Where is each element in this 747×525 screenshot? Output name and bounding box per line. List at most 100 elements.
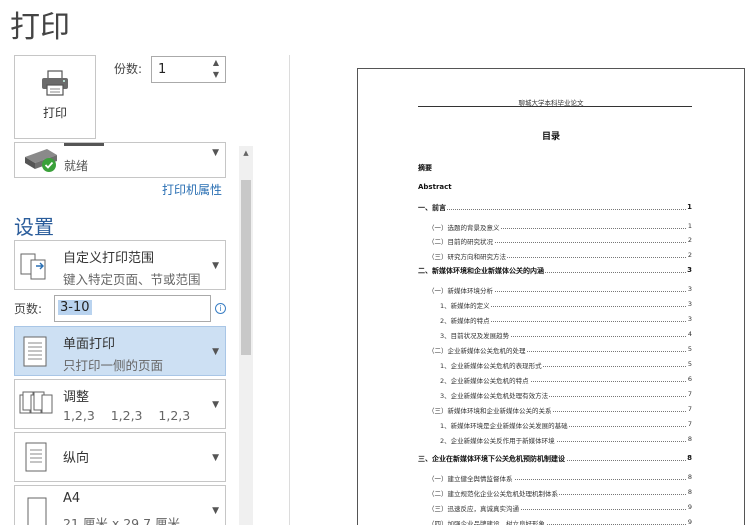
info-icon[interactable]: i [215,303,226,314]
settings-heading: 设置 [14,215,54,239]
spin-up-icon[interactable]: ▲ [207,57,225,69]
print-preview: 聊城大学本科毕业论文 目录 摘要 Abstract 一、前言 1 （一）选题的背景及意义… [357,68,745,525]
toc-entry-text: （二）目前的研究状况 [428,236,494,246]
toc-entry-page: 6 [686,375,692,383]
toc-entry-page: 1 [686,203,692,211]
toc-entry-page: 5 [686,360,692,368]
single-sided-icon [19,335,55,373]
toc-entry: （一）新媒体环境分析 3 [428,285,692,295]
printer-icon [40,70,70,100]
settings-scrollbar[interactable]: ▲ [239,146,253,525]
toc-entry: 3、企业新媒体公关危机处理有效方法 7 [440,390,692,400]
toc-entry-page: 3 [686,315,692,323]
print-button[interactable]: 打印 [14,55,96,139]
toc-entry-page: 1 [686,222,692,230]
toc-entry-page: 5 [686,345,692,353]
toc-entry-page: 2 [686,251,692,259]
scrollbar-thumb[interactable] [241,180,251,355]
range-main: 自定义打印范围 [63,251,155,266]
orientation-select[interactable]: 纵向 ▼ [14,432,226,482]
toc-entry-text: 3、企业新媒体公关危机处理有效方法 [440,390,550,400]
toc-entry: 2、企业新媒体公关反作用于新媒体环境 8 [440,435,692,445]
toc-entry-text: 三、企业在新媒体环境下公关危机预防机制建设 [418,454,566,464]
range-sub: 键入特定页面、节或范围 [63,272,201,287]
toc-title: 目录 [541,132,560,142]
sides-select[interactable]: 单面打印 只打印一侧的页面 ▼ [14,326,226,376]
toc-entry: 2、新媒体的特点 3 [440,315,692,325]
printer-properties-link[interactable]: 打印机属性 [162,181,222,198]
scroll-up-icon[interactable]: ▲ [239,146,253,160]
toc-entry: 1、新媒体的定义 3 [440,300,692,310]
toc-entry-text: （一）新媒体环境分析 [428,285,494,295]
paper-main: A4 [63,491,81,506]
pane-divider [289,55,290,525]
toc-entry-text: 一、前言 [418,203,447,213]
spin-down-icon[interactable]: ▼ [207,69,225,81]
toc-entry: （一）建立健全舆情监督体系 8 [428,473,692,483]
toc-entry-page: 2 [686,236,692,244]
printer-select[interactable]: 就绪 ▼ [14,142,226,178]
toc-entry: （三）研究方向和研究方法 2 [428,251,692,261]
toc-entry-text: 2、企业新媒体公关危机的特点 [440,375,530,385]
toc-entry: 1、新媒体环境是企业新媒体公关发展的基础 7 [440,420,692,430]
print-button-label: 打印 [42,106,67,120]
toc-entry: Abstract [418,183,692,192]
toc-entry-page: 8 [686,454,692,462]
sides-sub: 只打印一侧的页面 [63,358,164,373]
toc-entry-page: 8 [686,435,692,443]
chevron-down-icon[interactable]: ▼ [212,148,219,158]
toc-entry-page: 3 [686,285,692,293]
toc-entry-text: （一）选题的背景及意义 [428,222,501,232]
toc-entry-text: 二、新媒体环境和企业新媒体公关的内涵 [418,266,545,276]
preview-header-rule [418,106,692,107]
chevron-down-icon[interactable]: ▼ [212,506,219,516]
collate-icon [19,391,55,423]
printer-name-stub [64,143,104,146]
toc-entry-text: 1、新媒体的定义 [440,300,491,310]
paper-size-select[interactable]: A4 21 厘米 x 29.7 厘米 ▼ [14,485,226,525]
copies-stepper[interactable]: 1 ▲ ▼ [151,56,226,83]
sides-main: 单面打印 [63,337,116,352]
toc-entry: 摘要 [418,163,692,173]
collate-select[interactable]: 调整 1,2,3 1,2,3 1,2,3 ▼ [14,379,226,429]
pages-value[interactable]: 3-10 [58,300,92,315]
toc-entry-text: Abstract [418,183,453,191]
toc-entry-text: （二）企业新媒体公关危机的处理 [428,345,527,355]
toc-entry-text: （三）迅速反应，真诚真实沟通 [428,503,520,513]
toc-entry-page: 3 [686,266,692,274]
toc-entry-page: 7 [686,420,692,428]
toc-entry-page: 9 [686,503,692,511]
toc-leader [418,203,692,210]
toc-entry-text: 2、企业新媒体公关反作用于新媒体环境 [440,435,556,445]
chevron-down-icon[interactable]: ▼ [212,453,219,463]
chevron-down-icon[interactable]: ▼ [212,347,219,357]
custom-range-icon [19,251,55,285]
copies-value[interactable]: 1 [158,62,166,77]
pages-label: 页数: [14,302,43,316]
copies-label: 份数: [114,62,143,76]
print-range-select[interactable]: 自定义打印范围 键入特定页面、节或范围 ▼ [14,240,226,290]
toc-entry-page: 7 [686,390,692,398]
toc-entry: 1、企业新媒体公关危机的表现形式 5 [440,360,692,370]
collate-sub: 1,2,3 1,2,3 1,2,3 [63,408,191,423]
copies-spin[interactable]: ▲ ▼ [207,57,225,82]
toc-entry: 三、企业在新媒体环境下公关危机预防机制建设 8 [418,454,692,464]
toc-entry: （一）选题的背景及意义 1 [428,222,692,232]
toc-entry: 3、目前状况及发展趋势 4 [440,330,692,340]
toc-entry-text: （二）建立规范化企业公关危机处理机制体系 [428,488,559,498]
toc-entry-text: （三）新媒体环境和企业新媒体公关的关系 [428,405,553,415]
chevron-down-icon[interactable]: ▼ [212,261,219,271]
orientation-main: 纵向 [63,451,90,466]
paper-icon [19,496,55,525]
toc-entry-page: 4 [686,330,692,338]
toc-entry-page: 8 [686,473,692,481]
toc-entry-text: （一）建立健全舆情监督体系 [428,473,514,483]
toc-entry-text: （三）研究方向和研究方法 [428,251,507,261]
printer-status: 就绪 [64,159,89,173]
toc-entry: （二）目前的研究状况 2 [428,236,692,246]
pages-input[interactable]: 3-10 [54,295,211,322]
collate-main: 调整 [63,390,90,405]
chevron-down-icon[interactable]: ▼ [212,400,219,410]
printer-ready-icon [21,145,61,179]
toc-entry: （三）迅速反应，真诚真实沟通 9 [428,503,692,513]
